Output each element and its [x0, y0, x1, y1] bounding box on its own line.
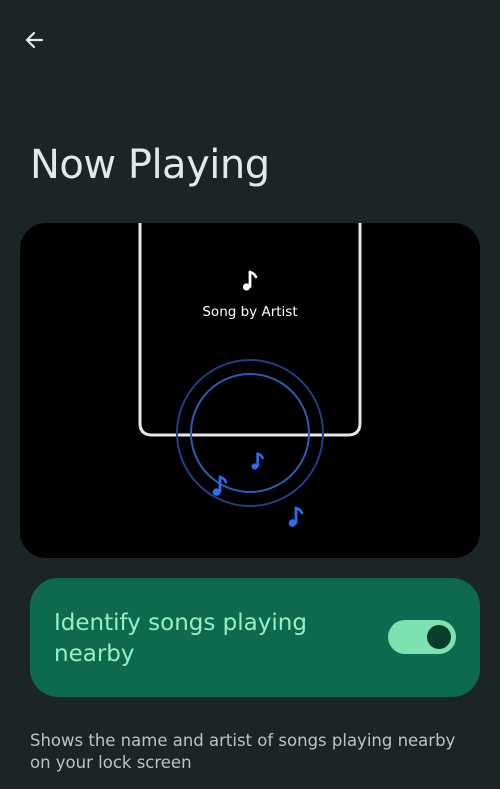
page-title: Now Playing: [30, 142, 270, 188]
identify-songs-label: Identify songs playing nearby: [54, 610, 307, 667]
listening-ring-outer: [176, 359, 324, 507]
identify-songs-toggle[interactable]: [388, 620, 456, 654]
phone-outline: [138, 223, 362, 437]
now-playing-illustration: Song by Artist: [20, 223, 480, 558]
setting-description: Shows the name and artist of songs playi…: [30, 731, 456, 772]
arrow-back-icon: [22, 28, 46, 52]
music-note-icon: [242, 270, 258, 291]
listening-ring-inner: [190, 373, 310, 493]
illustration-graphic: [138, 223, 362, 527]
identify-songs-setting[interactable]: Identify songs playing nearby: [30, 578, 480, 697]
toggle-thumb: [427, 625, 451, 649]
back-button[interactable]: [18, 24, 50, 56]
floating-note-icon: [251, 452, 264, 470]
song-label: Song by Artist: [202, 304, 298, 320]
floating-note-icon: [288, 506, 304, 527]
